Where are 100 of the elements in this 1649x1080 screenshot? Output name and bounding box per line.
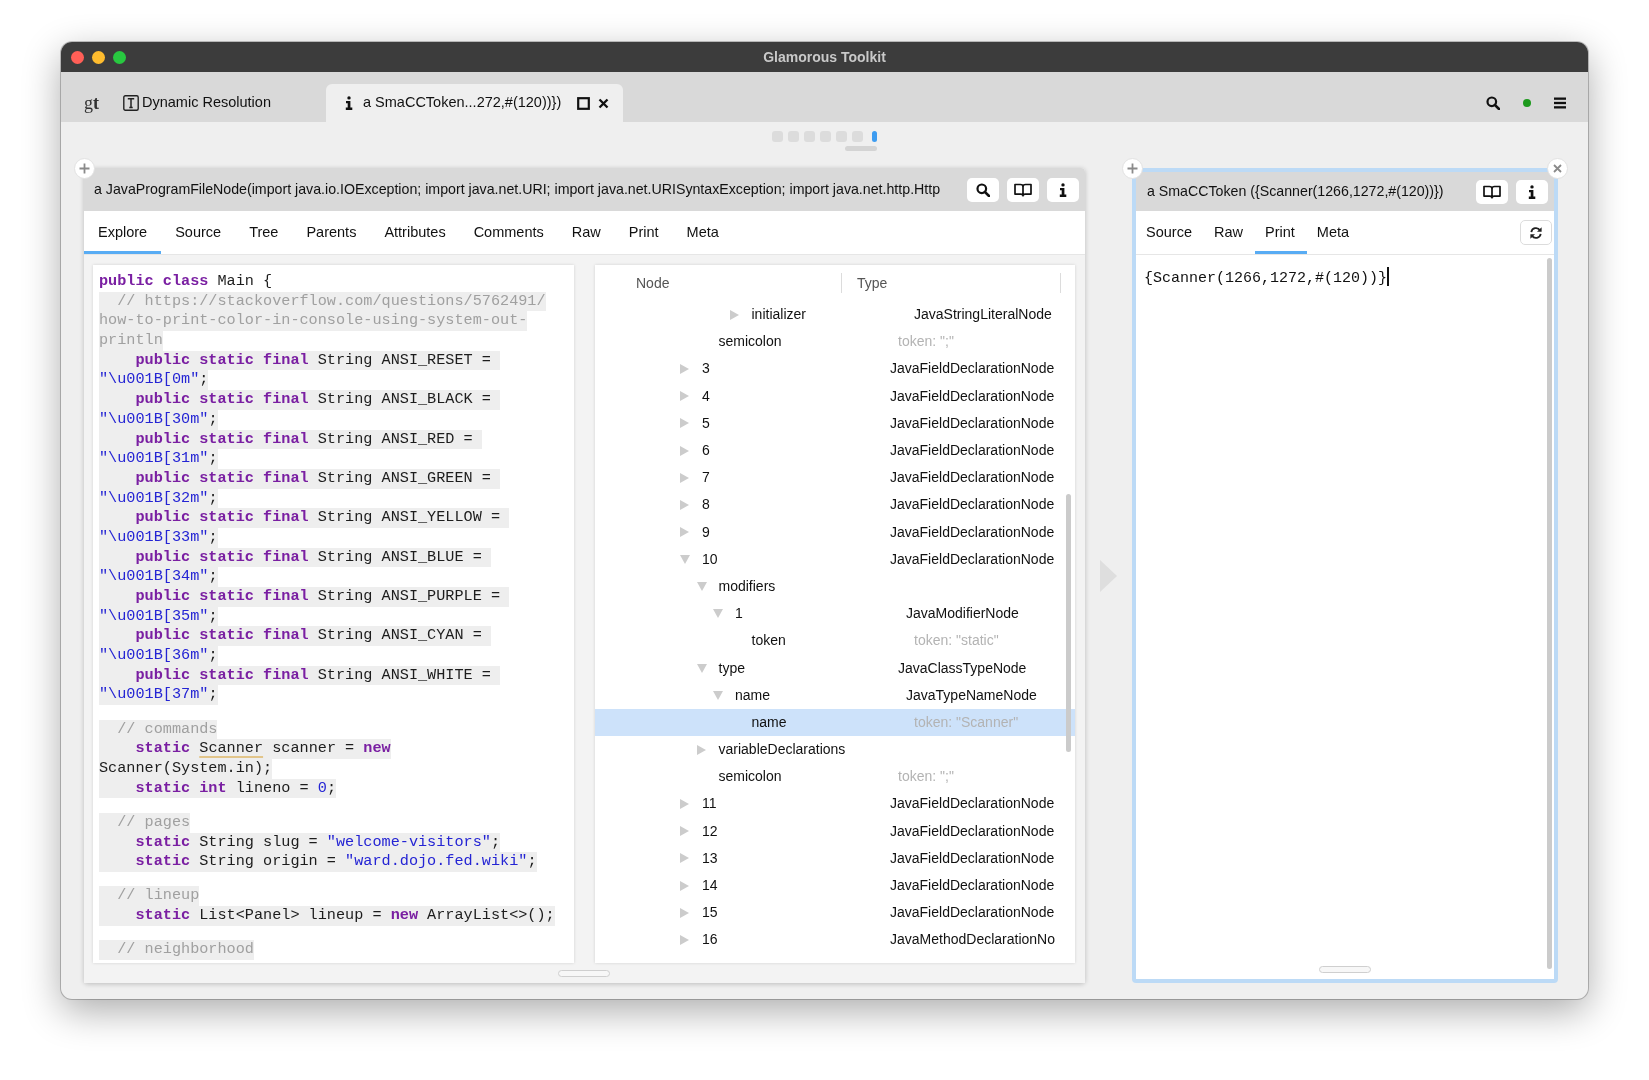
caret-right-icon[interactable] — [680, 391, 689, 402]
add-button[interactable] — [1122, 158, 1143, 179]
tree-row[interactable]: 9 JavaFieldDeclarationNode — [595, 518, 1075, 546]
info-button[interactable] — [1047, 177, 1079, 202]
tree-row[interactable]: 12 JavaFieldDeclarationNode — [595, 817, 1075, 845]
caret-down-icon[interactable] — [696, 581, 707, 591]
node-label: 12 — [702, 821, 718, 841]
node-label: variableDeclarations — [718, 740, 846, 760]
node-type: JavaFieldDeclarationNode — [890, 523, 1055, 540]
view-tab[interactable]: Tree — [235, 211, 293, 254]
close-icon — [1553, 164, 1562, 173]
close-button[interactable] — [1547, 158, 1568, 179]
page-indicator[interactable] — [872, 131, 877, 142]
tree-row[interactable]: 1 JavaModifierNode — [595, 600, 1075, 628]
caret-right-icon[interactable] — [680, 499, 689, 510]
window-zoom-icon[interactable] — [113, 50, 126, 64]
tree-row[interactable]: name token: "Scanner" — [595, 708, 1075, 736]
view-tab[interactable]: Attributes — [370, 211, 460, 254]
caret-right-icon[interactable] — [680, 527, 689, 538]
tree-row[interactable]: 11 JavaFieldDeclarationNode — [595, 790, 1075, 818]
maximize-icon[interactable] — [577, 96, 591, 110]
book-button[interactable] — [1007, 177, 1039, 202]
view-tab[interactable]: Parents — [292, 211, 371, 254]
view-tab[interactable]: Source — [1136, 211, 1204, 254]
view-tab[interactable]: Comments — [459, 211, 558, 254]
caret-down-icon[interactable] — [713, 690, 723, 700]
caret-right-icon[interactable] — [696, 744, 706, 755]
code-line: public class Main { — [99, 272, 273, 292]
logo[interactable]: gt — [84, 84, 123, 122]
tab[interactable]: a SmaCCToken...272,#(120))}) — [326, 84, 624, 122]
caret-right-icon[interactable] — [680, 363, 689, 374]
node-label: semicolon — [718, 332, 782, 352]
tree-row[interactable]: name JavaTypeNameNode — [595, 681, 1075, 709]
tree-row[interactable]: 14 JavaFieldDeclarationNode — [595, 871, 1075, 900]
caret-right-icon[interactable] — [680, 445, 689, 456]
add-button[interactable] — [74, 158, 95, 179]
view-tab[interactable]: Raw — [1203, 211, 1255, 254]
caret-right-icon[interactable] — [680, 853, 689, 864]
tab[interactable]: Dynamic Resolution — [123, 84, 326, 122]
view-tab[interactable]: Raw — [557, 211, 615, 254]
resize-handle[interactable] — [558, 969, 610, 977]
tree-row[interactable]: 10 JavaFieldDeclarationNode — [595, 545, 1075, 573]
refresh-button[interactable] — [1520, 220, 1552, 245]
tree-row[interactable]: initializer JavaStringLiteralNode — [595, 301, 1075, 329]
close-icon[interactable] — [598, 97, 610, 109]
caret-right-icon[interactable] — [680, 798, 689, 809]
tree-row[interactable]: 6 JavaFieldDeclarationNode — [595, 436, 1075, 465]
node-label: 9 — [702, 522, 710, 542]
view-tab[interactable]: Source — [161, 211, 236, 254]
tree-row[interactable]: 16 JavaMethodDeclarationNo — [595, 926, 1075, 954]
caret-right-icon[interactable] — [680, 472, 689, 483]
tree-row[interactable]: 8 JavaFieldDeclarationNode — [595, 491, 1075, 519]
tree-row[interactable]: semicolon token: ";" — [595, 763, 1075, 791]
tree-row[interactable]: 13 JavaFieldDeclarationNode — [595, 844, 1075, 872]
caret-right-icon[interactable] — [729, 309, 739, 320]
node-type: JavaFieldDeclarationNode — [890, 387, 1055, 404]
book-button[interactable] — [1476, 179, 1508, 204]
caret-right-icon[interactable] — [680, 880, 689, 891]
caret-down-icon[interactable] — [696, 663, 707, 673]
tree-row[interactable]: type JavaClassTypeNode — [595, 654, 1075, 682]
caret-right-icon[interactable] — [680, 826, 689, 837]
status-dot-icon[interactable] — [1523, 99, 1531, 107]
caret-down-icon[interactable] — [713, 609, 723, 619]
tree-row[interactable]: variableDeclarations — [595, 736, 1075, 764]
search-icon[interactable] — [1486, 96, 1500, 110]
view-tab[interactable]: Meta — [1306, 211, 1362, 254]
tree-row[interactable]: token token: "static" — [595, 627, 1075, 655]
node-label: 11 — [702, 794, 717, 814]
info-button[interactable] — [1516, 179, 1548, 204]
node-type: JavaModifierNode — [906, 605, 1019, 622]
caret-down-icon[interactable] — [680, 554, 690, 564]
scrollbar-thumb[interactable] — [1547, 258, 1552, 969]
info-icon — [1528, 184, 1536, 199]
window-minimize-icon[interactable] — [92, 50, 105, 64]
column-header: Node — [635, 273, 671, 293]
node-type: JavaFieldDeclarationNode — [890, 849, 1055, 866]
tree-row[interactable]: 3 JavaFieldDeclarationNode — [595, 355, 1075, 383]
node-type: token: ";" — [898, 333, 954, 350]
tree-row[interactable]: 7 JavaFieldDeclarationNode — [595, 464, 1075, 492]
tree-row[interactable]: 4 JavaFieldDeclarationNode — [595, 382, 1075, 410]
pager-scrollbar[interactable] — [845, 146, 877, 151]
tree-row[interactable]: semicolon token: ";" — [595, 328, 1075, 356]
menu-icon[interactable] — [1554, 97, 1566, 109]
caret-right-icon[interactable] — [680, 934, 689, 945]
window-title: Glamorous Toolkit — [762, 47, 887, 67]
scrollbar-thumb[interactable] — [1066, 494, 1071, 752]
search-button[interactable] — [967, 177, 999, 202]
resize-handle[interactable] — [1319, 965, 1371, 973]
window-close-icon[interactable] — [71, 50, 84, 64]
info-icon — [345, 96, 353, 110]
view-tab[interactable]: Print — [614, 211, 673, 254]
caret-right-icon[interactable] — [680, 418, 689, 429]
search-icon — [976, 182, 990, 197]
refresh-icon — [1529, 225, 1543, 240]
tree-row[interactable]: 5 JavaFieldDeclarationNode — [595, 409, 1075, 437]
caret-right-icon[interactable] — [680, 907, 689, 918]
node-label: semicolon — [718, 767, 782, 787]
tree-row[interactable]: modifiers — [595, 572, 1075, 601]
view-tab[interactable]: Meta — [672, 211, 733, 254]
tree-row[interactable]: 15 JavaFieldDeclarationNode — [595, 899, 1075, 927]
